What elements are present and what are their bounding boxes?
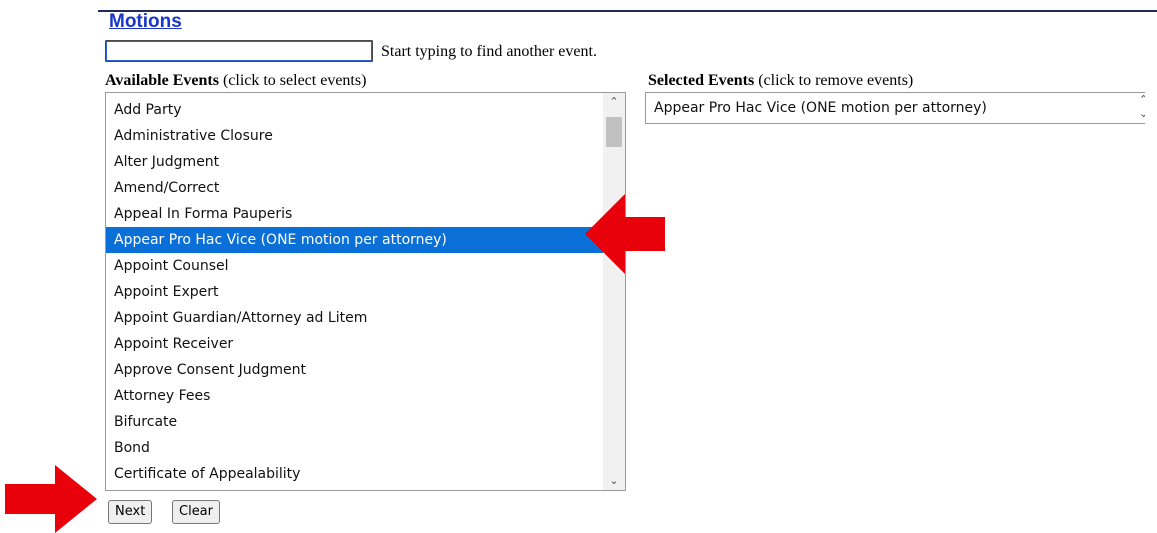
list-item[interactable]: Attorney Fees xyxy=(106,383,603,409)
selected-events-label: Selected Events (click to remove events) xyxy=(648,71,913,91)
selected-events-label-rest: (click to remove events) xyxy=(754,72,914,89)
red-arrow-icon xyxy=(5,465,97,533)
available-events-label-bold: Available Events xyxy=(105,72,219,89)
red-arrow-icon xyxy=(585,194,665,274)
chevron-up-icon[interactable]: ⌃ xyxy=(603,93,625,111)
available-events-rows: Add Party Administrative Closure Alter Jud… xyxy=(106,97,603,487)
available-events-label: Available Events (click to select events… xyxy=(105,71,366,91)
list-item[interactable]: Appoint Guardian/Attorney ad Litem xyxy=(106,305,603,331)
list-item[interactable]: Add Party xyxy=(106,97,603,123)
page-title[interactable]: Motions xyxy=(109,10,182,34)
scrollbar-thumb[interactable] xyxy=(606,117,622,147)
list-item[interactable]: Appoint Expert xyxy=(106,279,603,305)
chevron-down-icon[interactable]: ⌄ xyxy=(1139,107,1145,120)
list-item[interactable]: Amend/Correct xyxy=(106,175,603,201)
selected-list-scrollbar[interactable]: ⌃ ⌄ xyxy=(1139,93,1145,123)
list-item[interactable]: Appear Pro Hac Vice (ONE motion per atto… xyxy=(646,95,1145,121)
list-item[interactable]: Bond xyxy=(106,435,603,461)
selected-events-list[interactable]: Appear Pro Hac Vice (ONE motion per atto… xyxy=(645,92,1145,124)
list-item[interactable]: Appoint Counsel xyxy=(106,253,603,279)
list-item[interactable]: Certificate of Appealability xyxy=(106,461,603,487)
list-item[interactable]: Alter Judgment xyxy=(106,149,603,175)
available-events-label-rest: (click to select events) xyxy=(218,72,367,89)
available-list-scrollbar[interactable]: ⌃ ⌄ xyxy=(603,93,625,490)
search-hint: Start typing to find another event. xyxy=(381,43,597,60)
list-item[interactable]: Appear Pro Hac Vice (ONE motion per atto… xyxy=(106,227,603,253)
chevron-down-icon[interactable]: ⌄ xyxy=(603,472,625,490)
next-button[interactable]: Next xyxy=(108,500,153,524)
event-search-input[interactable] xyxy=(105,40,373,62)
list-item[interactable]: Administrative Closure xyxy=(106,123,603,149)
chevron-up-icon[interactable]: ⌃ xyxy=(1139,93,1145,106)
selected-events-label-bold: Selected Events xyxy=(648,72,755,89)
header-rule xyxy=(98,10,1157,12)
list-item[interactable]: Bifurcate xyxy=(106,409,603,435)
list-item[interactable]: Appoint Receiver xyxy=(106,331,603,357)
selected-events-rows: Appear Pro Hac Vice (ONE motion per atto… xyxy=(646,95,1145,121)
available-events-list[interactable]: Add Party Administrative Closure Alter Jud… xyxy=(105,92,626,491)
clear-button[interactable]: Clear xyxy=(172,500,220,524)
list-item[interactable]: Appeal In Forma Pauperis xyxy=(106,201,603,227)
list-item[interactable]: Approve Consent Judgment xyxy=(106,357,603,383)
